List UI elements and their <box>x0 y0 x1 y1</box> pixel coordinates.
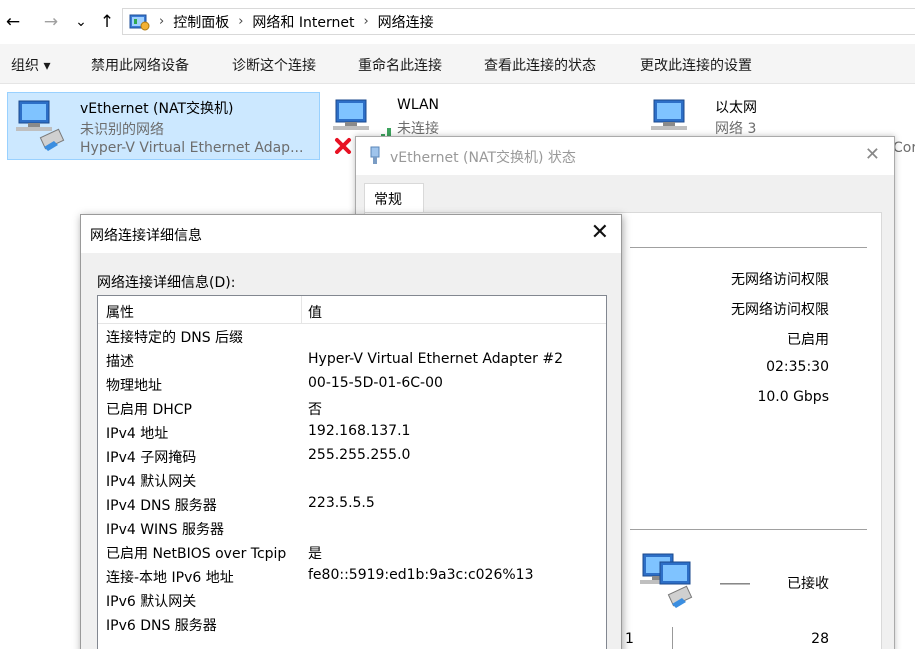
table-row[interactable]: 连接-本地 IPv6 地址 fe80::5919:ed1b:9a3c:c026%1… <box>98 564 606 588</box>
details-dialog-titlebar: 网络连接详细信息 ✕ <box>81 215 621 253</box>
breadcrumb-separator: › <box>363 14 369 29</box>
property-value: fe80::5919:ed1b:9a3c:c026%13 <box>308 567 534 583</box>
up-arrow-icon[interactable]: ↑ <box>96 10 118 34</box>
section-divider <box>630 247 867 248</box>
table-row[interactable]: IPv4 地址 192.168.137.1 <box>98 420 606 444</box>
back-arrow-icon[interactable]: ← <box>2 10 24 34</box>
details-list-label: 网络连接详细信息(D): <box>97 275 236 291</box>
connection-device: Hyper-V Virtual Ethernet Adap... <box>80 140 304 156</box>
close-icon[interactable]: ✕ <box>865 145 880 165</box>
address-bar[interactable]: › 控制面板 › 网络和 Internet › 网络连接 <box>122 8 915 35</box>
table-row[interactable]: IPv4 WINS 服务器 <box>98 516 606 540</box>
column-header-property[interactable]: 属性 <box>106 302 134 322</box>
property-value: 223.5.5.5 <box>308 495 375 511</box>
network-plug-icon <box>370 146 380 164</box>
close-icon[interactable]: ✕ <box>591 221 609 245</box>
property-value: Hyper-V Virtual Ethernet Adapter #2 <box>308 351 564 367</box>
table-row[interactable]: 已启用 DHCP 否 <box>98 396 606 420</box>
property-value: 192.168.137.1 <box>308 423 411 439</box>
disable-device-button[interactable]: 禁用此网络设备 <box>91 55 189 75</box>
network-activity-icon <box>640 553 693 608</box>
connection-name: 以太网 <box>715 100 757 116</box>
column-header-value[interactable]: 值 <box>308 302 322 322</box>
ipv4-connectivity-value: 无网络访问权限 <box>731 272 829 288</box>
table-row[interactable]: IPv6 默认网关 <box>98 588 606 612</box>
property-name: IPv4 默认网关 <box>106 474 197 490</box>
property-name: 已启用 DHCP <box>106 402 192 418</box>
rename-button[interactable]: 重命名此连接 <box>358 55 442 75</box>
received-label: 已接收 <box>787 576 829 592</box>
tab-general[interactable]: 常规 <box>364 183 424 213</box>
table-row[interactable]: IPv4 默认网关 <box>98 468 606 492</box>
received-value: 28 <box>811 631 829 647</box>
media-state-value: 已启用 <box>787 332 829 348</box>
status-dialog-title: vEthernet (NAT交换机) 状态 <box>390 150 576 166</box>
recent-locations-chevron-icon[interactable]: ⌄ <box>70 10 92 34</box>
breadcrumb-network-internet[interactable]: 网络和 Internet <box>252 12 354 32</box>
breadcrumb-separator: › <box>238 14 244 29</box>
error-x-icon <box>335 138 351 154</box>
connection-name: WLAN <box>397 97 440 113</box>
property-name: IPv4 子网掩码 <box>106 450 197 466</box>
property-name: 描述 <box>106 354 134 370</box>
property-name: IPv4 地址 <box>106 426 169 442</box>
clipped-tile-text: Cor <box>893 140 915 156</box>
table-row[interactable]: IPv4 子网掩码 255.255.255.0 <box>98 444 606 468</box>
table-row[interactable]: 连接特定的 DNS 后缀 <box>98 324 606 348</box>
connection-status: 未连接 <box>397 121 439 137</box>
connection-status: 网络 3 <box>715 121 757 137</box>
diagnose-button[interactable]: 诊断这个连接 <box>232 55 316 75</box>
table-row[interactable]: 物理地址 00-15-5D-01-6C-00 <box>98 372 606 396</box>
navigation-bar: ← → ⌄ ↑ › 控制面板 › 网络和 Internet › 网络连接 <box>0 0 915 44</box>
property-name: IPv4 WINS 服务器 <box>106 522 224 538</box>
status-dialog-titlebar: vEthernet (NAT交换机) 状态 ✕ <box>356 137 894 175</box>
network-adapter-icon <box>16 100 65 151</box>
details-dialog: 网络连接详细信息 ✕ 网络连接详细信息(D): 属性 值 连接特定的 DNS 后… <box>80 214 622 649</box>
property-value: 255.255.255.0 <box>308 447 411 463</box>
table-row[interactable]: 描述 Hyper-V Virtual Ethernet Adapter #2 <box>98 348 606 372</box>
property-name: IPv6 DNS 服务器 <box>106 618 217 634</box>
organize-menu-button[interactable]: 组织 ▾ <box>11 55 50 75</box>
details-dialog-title: 网络连接详细信息 <box>90 228 202 244</box>
forward-arrow-icon[interactable]: → <box>40 10 62 34</box>
command-bar: 组织 ▾ 禁用此网络设备 诊断这个连接 重命名此连接 查看此连接的状态 更改此连… <box>0 44 915 84</box>
breadcrumb-network-connections[interactable]: 网络连接 <box>378 12 434 32</box>
breadcrumb-control-panel[interactable]: 控制面板 <box>173 12 229 32</box>
activity-separator <box>672 627 673 649</box>
duration-value: 02:35:30 <box>766 359 829 375</box>
list-header: 属性 值 <box>98 296 606 324</box>
breadcrumb-separator: › <box>159 14 165 29</box>
connection-name: vEthernet (NAT交换机) <box>80 101 234 117</box>
property-name: 物理地址 <box>106 378 162 394</box>
section-divider <box>630 529 867 530</box>
activity-line <box>720 583 750 585</box>
property-value: 是 <box>308 546 322 562</box>
property-value: 否 <box>308 402 322 418</box>
property-name: IPv6 默认网关 <box>106 594 197 610</box>
connection-status: 未识别的网络 <box>80 122 164 138</box>
change-settings-button[interactable]: 更改此连接的设置 <box>640 55 752 75</box>
property-name: 已启用 NetBIOS over Tcpip <box>106 546 287 562</box>
speed-value: 10.0 Gbps <box>757 389 829 405</box>
connection-tile-vethernet[interactable]: vEthernet (NAT交换机) 未识别的网络 Hyper-V Virtua… <box>7 92 320 160</box>
sent-value: 1 <box>625 631 634 647</box>
control-panel-icon <box>129 14 150 30</box>
column-separator[interactable] <box>301 296 302 324</box>
table-row[interactable]: IPv6 DNS 服务器 <box>98 612 606 636</box>
property-name: IPv4 DNS 服务器 <box>106 498 217 514</box>
property-name: 连接-本地 IPv6 地址 <box>106 570 234 586</box>
ipv6-connectivity-value: 无网络访问权限 <box>731 302 829 318</box>
table-row[interactable]: 已启用 NetBIOS over Tcpip 是 <box>98 540 606 564</box>
table-row[interactable]: IPv4 DNS 服务器 223.5.5.5 <box>98 492 606 516</box>
details-list[interactable]: 属性 值 连接特定的 DNS 后缀 描述 Hyper-V Virtual Ether… <box>97 295 607 649</box>
property-value: 00-15-5D-01-6C-00 <box>308 375 443 391</box>
property-name: 连接特定的 DNS 后缀 <box>106 330 244 346</box>
view-status-button[interactable]: 查看此连接的状态 <box>484 55 596 75</box>
